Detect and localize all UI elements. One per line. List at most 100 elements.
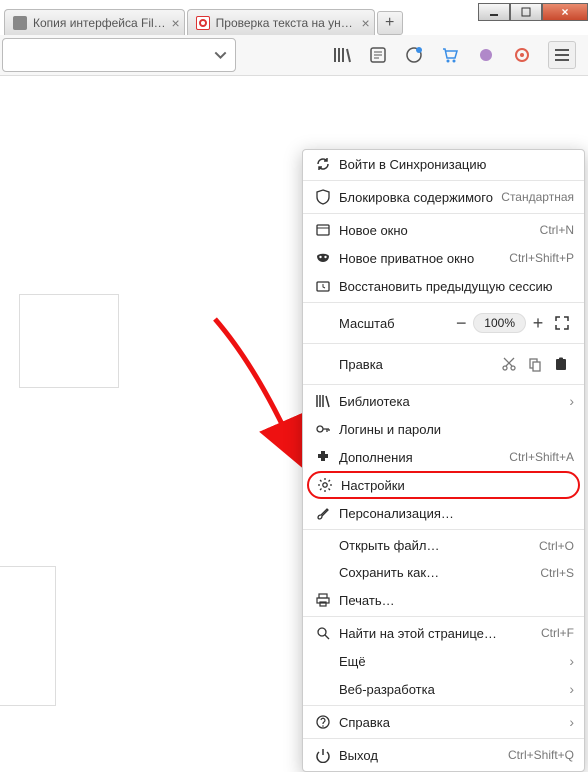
search-icon (313, 625, 333, 641)
minimize-icon (489, 7, 499, 17)
menu-item-logins[interactable]: Логины и пароли (303, 415, 584, 443)
copy-button[interactable] (522, 352, 548, 376)
menu-item-label: Дополнения (339, 450, 503, 465)
chevron-right-icon: › (569, 393, 574, 409)
zoom-in-button[interactable]: + (526, 311, 550, 335)
chevron-right-icon: › (569, 681, 574, 697)
menu-item-label: Выход (339, 748, 502, 763)
content-blocking-status: Стандартная (501, 190, 574, 204)
menu-item-exit[interactable]: Выход Ctrl+Shift+Q (303, 741, 584, 769)
menu-item-label: Справка (339, 715, 563, 730)
gear-icon (315, 477, 335, 493)
menu-item-print[interactable]: Печать… (303, 586, 584, 614)
account-icon (405, 46, 423, 64)
close-icon: × (561, 5, 568, 19)
menu-item-addons[interactable]: Дополнения Ctrl+Shift+A (303, 443, 584, 471)
close-tab-button[interactable]: × (361, 15, 369, 31)
shortcut: Ctrl+Shift+P (509, 251, 574, 265)
power-icon (313, 747, 333, 763)
menu-item-label: Ещё (339, 654, 563, 669)
shield-icon (313, 189, 333, 205)
shortcut: Ctrl+N (540, 223, 574, 237)
shortcut: Ctrl+Shift+Q (508, 748, 574, 762)
key-icon (313, 421, 333, 437)
tab-label: Копия интерфейса Fil… (33, 16, 166, 30)
shortcut: Ctrl+F (541, 626, 574, 640)
cut-icon (501, 356, 517, 372)
menu-item-restore-session[interactable]: Восстановить предыдущую сессию (303, 272, 584, 300)
maximize-button[interactable] (510, 3, 542, 21)
fullscreen-icon (554, 315, 570, 331)
plus-icon: + (385, 14, 394, 32)
menu-item-label: Открыть файл… (339, 538, 533, 553)
menu-item-label: Найти на этой странице… (339, 626, 535, 641)
shortcut: Ctrl+O (539, 539, 574, 553)
menu-item-more[interactable]: Ещё › (303, 647, 584, 675)
chevron-right-icon: › (569, 714, 574, 730)
menu-item-settings[interactable]: Настройки (307, 471, 580, 499)
app-menu-button[interactable] (548, 41, 576, 69)
content-placeholder (0, 566, 56, 706)
library-icon (313, 393, 333, 409)
paste-icon (553, 356, 569, 372)
menu-item-save-as[interactable]: Сохранить как… Ctrl+S (303, 559, 584, 586)
menu-item-label: Сохранить как… (339, 565, 534, 580)
cart-toolbar-button[interactable] (440, 45, 460, 65)
puzzle-icon (478, 47, 494, 63)
zoom-value: 100% (473, 313, 526, 333)
menu-item-label: Настройки (341, 478, 572, 493)
reader-icon (369, 46, 387, 64)
paste-button[interactable] (548, 352, 574, 376)
shortcut: Ctrl+S (540, 566, 574, 580)
favicon-icon (196, 16, 210, 30)
help-icon (313, 714, 333, 730)
window-icon (313, 222, 333, 238)
menu-item-label: Восстановить предыдущую сессию (339, 279, 574, 294)
edit-label: Правка (339, 357, 383, 372)
menu-item-label: Блокировка содержимого (339, 190, 495, 205)
menu-item-web-developer[interactable]: Веб-разработка › (303, 675, 584, 703)
menu-item-label: Веб-разработка (339, 682, 563, 697)
menu-item-new-private-window[interactable]: Новое приватное окно Ctrl+Shift+P (303, 244, 584, 272)
extension-b-button[interactable] (512, 45, 532, 65)
chevron-right-icon: › (569, 653, 574, 669)
menu-item-label: Логины и пароли (339, 422, 574, 437)
print-icon (313, 592, 333, 608)
cut-button[interactable] (496, 352, 522, 376)
menu-item-label: Библиотека (339, 394, 563, 409)
copy-icon (527, 356, 543, 372)
menu-item-label: Новое окно (339, 223, 534, 238)
fullscreen-button[interactable] (550, 311, 574, 335)
menu-item-new-window[interactable]: Новое окно Ctrl+N (303, 216, 584, 244)
tab-1[interactable]: Проверка текста на уник… × (187, 9, 375, 35)
cart-icon (441, 46, 459, 64)
menu-item-content-blocking[interactable]: Блокировка содержимого Стандартная (303, 183, 584, 211)
close-window-button[interactable]: × (542, 3, 588, 21)
favicon-icon (13, 16, 27, 30)
minimize-button[interactable] (478, 3, 510, 21)
menu-item-customize[interactable]: Персонализация… (303, 499, 584, 527)
menu-item-open-file[interactable]: Открыть файл… Ctrl+O (303, 532, 584, 559)
url-bar[interactable] (2, 38, 236, 72)
menu-item-label: Новое приватное окно (339, 251, 503, 266)
extension-a-button[interactable] (476, 45, 496, 65)
menu-item-label: Персонализация… (339, 506, 574, 521)
menu-item-library[interactable]: Библиотека › (303, 387, 584, 415)
restore-icon (313, 278, 333, 294)
zoom-out-button[interactable]: − (449, 311, 473, 335)
menu-item-help[interactable]: Справка › (303, 708, 584, 736)
menu-item-find[interactable]: Найти на этой странице… Ctrl+F (303, 619, 584, 647)
reader-toolbar-button[interactable] (368, 45, 388, 65)
account-toolbar-button[interactable] (404, 45, 424, 65)
menu-item-sync[interactable]: Войти в Синхронизацию (303, 150, 584, 178)
close-tab-button[interactable]: × (171, 15, 179, 31)
addons-icon (313, 449, 333, 465)
library-toolbar-button[interactable] (332, 45, 352, 65)
tab-label: Проверка текста на уник… (216, 16, 356, 30)
sync-icon (313, 156, 333, 172)
tab-0[interactable]: Копия интерфейса Fil… × (4, 9, 185, 35)
brush-icon (313, 505, 333, 521)
maximize-icon (521, 7, 531, 17)
zoom-label: Масштаб (339, 316, 395, 331)
new-tab-button[interactable]: + (377, 11, 403, 35)
